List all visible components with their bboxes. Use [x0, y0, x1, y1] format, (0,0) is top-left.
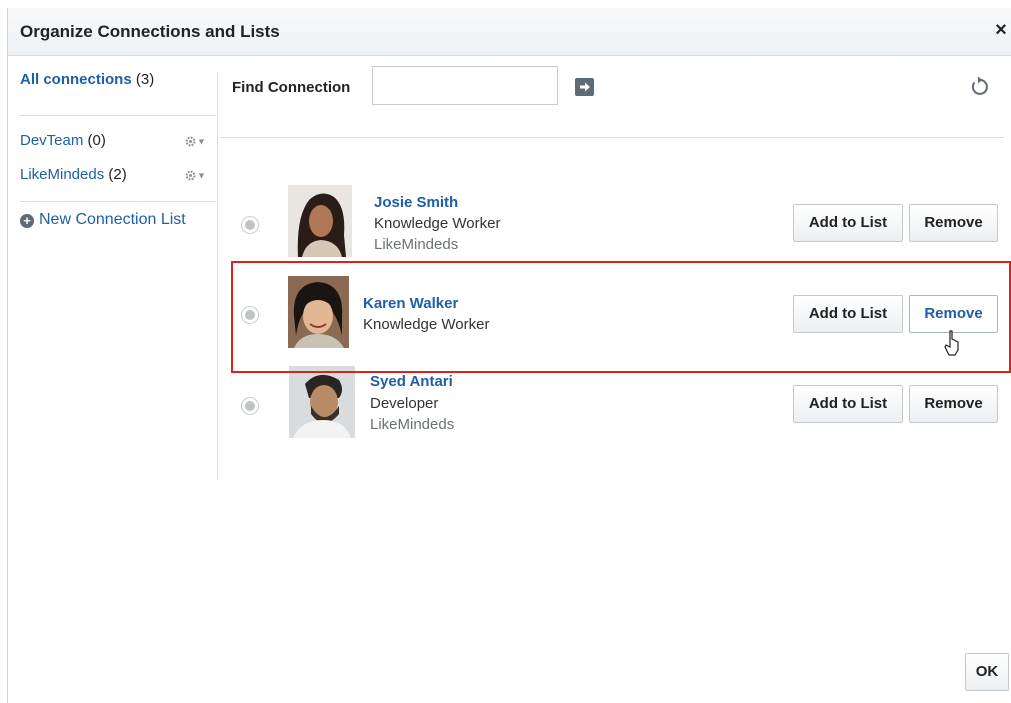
chevron-down-icon: ▼ [197, 170, 206, 181]
select-radio[interactable] [241, 397, 259, 415]
connection-row: Karen Walker Knowledge Worker Add to Lis… [219, 272, 1004, 360]
close-icon[interactable]: × [992, 20, 1010, 40]
ok-button[interactable]: OK [965, 653, 1009, 691]
sidebar-divider [20, 115, 216, 116]
select-radio[interactable] [241, 306, 259, 324]
sidebar-item-count: (0) [87, 132, 106, 149]
add-to-list-button[interactable]: Add to List [793, 295, 903, 333]
gear-icon[interactable]: ▼ [184, 133, 214, 149]
sidebar-item-devteam[interactable]: DevTeam (0) [20, 132, 106, 149]
mouse-pointer-icon [944, 330, 962, 356]
connection-title: Knowledge Worker [363, 316, 490, 333]
connection-name-link[interactable]: Josie Smith [374, 194, 458, 211]
find-connection-input[interactable] [372, 66, 558, 105]
header-divider [219, 137, 1004, 138]
avatar [288, 276, 349, 348]
connection-list: LikeMindeds [370, 416, 455, 433]
add-to-list-button[interactable]: Add to List [793, 204, 903, 242]
plus-circle-icon: + [20, 214, 34, 228]
panel-divider [217, 72, 218, 480]
new-connection-list-label: New Connection List [39, 211, 186, 228]
sidebar-item-count: (2) [108, 166, 127, 183]
connection-row: Syed Antari Developer LikeMindeds Add to… [219, 366, 1004, 454]
avatar [289, 366, 355, 438]
refresh-icon[interactable] [966, 74, 992, 100]
new-connection-list-link[interactable]: + New Connection List [20, 211, 186, 229]
connection-name-link[interactable]: Karen Walker [363, 295, 458, 312]
dialog-title: Organize Connections and Lists [20, 22, 280, 41]
sidebar-item-label: All connections [20, 71, 132, 88]
select-radio[interactable] [241, 216, 259, 234]
remove-button[interactable]: Remove [909, 295, 998, 333]
gear-icon[interactable]: ▼ [184, 167, 214, 183]
remove-button[interactable]: Remove [909, 385, 998, 423]
go-button[interactable] [575, 78, 594, 96]
sidebar-divider [20, 201, 216, 202]
sidebar-item-label: LikeMindeds [20, 166, 105, 183]
sidebar-item-label: DevTeam [20, 132, 84, 149]
chevron-down-icon: ▼ [197, 136, 206, 147]
connection-title: Knowledge Worker [374, 215, 501, 232]
arrow-right-icon [580, 82, 590, 92]
connection-row: Josie Smith Knowledge Worker LikeMindeds… [219, 181, 1004, 269]
add-to-list-button[interactable]: Add to List [793, 385, 903, 423]
sidebar-item-likemindeds[interactable]: LikeMindeds (2) [20, 166, 127, 183]
find-connection-label: Find Connection [232, 79, 351, 96]
connection-list: LikeMindeds [374, 236, 459, 253]
remove-button[interactable]: Remove [909, 204, 998, 242]
connection-name-link[interactable]: Syed Antari [370, 373, 453, 390]
dialog-titlebar: Organize Connections and Lists × [8, 8, 1011, 56]
connection-title: Developer [370, 395, 439, 412]
sidebar-item-count: (3) [135, 71, 155, 88]
avatar [288, 185, 352, 257]
sidebar-item-all-connections[interactable]: All connections (3) [20, 71, 154, 88]
